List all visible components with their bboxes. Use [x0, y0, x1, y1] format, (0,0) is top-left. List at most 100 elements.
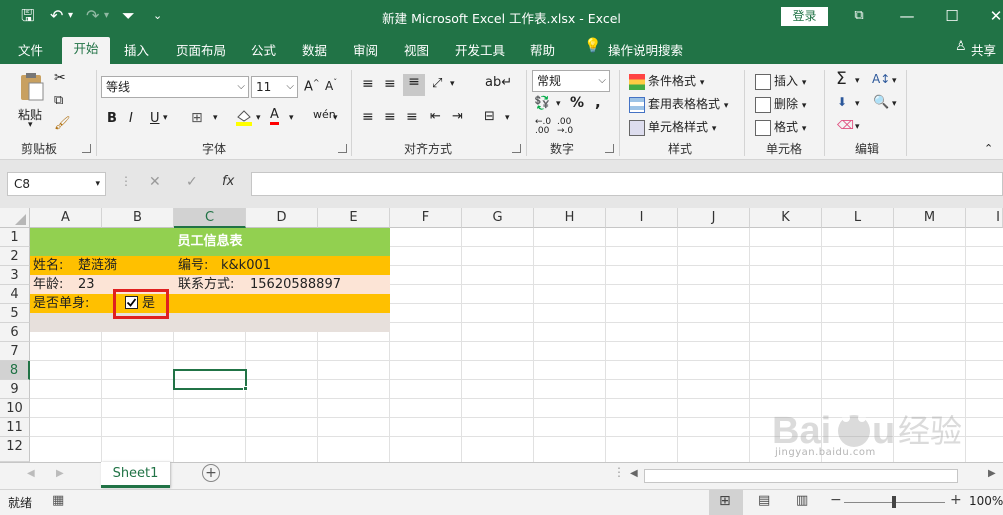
column-header-e[interactable]: E [318, 208, 390, 228]
paste-dropdown-icon[interactable]: ▾ [28, 120, 33, 130]
bottom-align-icon[interactable]: ≡ [403, 74, 425, 96]
insert-function-button[interactable]: fx [222, 174, 234, 189]
row-header-4[interactable]: 4 [0, 285, 30, 304]
tab-review[interactable]: 审阅 [353, 40, 378, 59]
merge-dropdown-icon[interactable]: ▾ [505, 113, 510, 123]
row-header-8[interactable]: 8 [0, 361, 30, 380]
column-header-d[interactable]: D [246, 208, 318, 228]
sheet-tab-sheet1[interactable]: Sheet1 [101, 462, 170, 488]
clear-icon[interactable]: ⌫ [837, 118, 854, 132]
row-header-1[interactable]: 1 [0, 228, 30, 247]
bold-button[interactable]: B [107, 111, 117, 126]
fill-down-icon[interactable]: ⬇ [837, 95, 847, 109]
underline-dropdown-icon[interactable]: ▾ [163, 113, 168, 123]
formula-input[interactable] [251, 172, 1003, 196]
close-icon[interactable]: ✕ [981, 5, 1003, 27]
format-as-table-button[interactable]: 套用表格格式 ▾ [629, 95, 728, 113]
orientation-icon[interactable]: ⤢ [432, 76, 442, 91]
row-header-6[interactable]: 6 [0, 323, 30, 342]
cut-icon[interactable]: ✂ [54, 70, 66, 86]
tab-data[interactable]: 数据 [302, 40, 327, 59]
tab-help[interactable]: 帮助 [530, 40, 555, 59]
column-header-c[interactable]: C [174, 208, 246, 228]
format-painter-icon[interactable]: 🖌 [54, 116, 71, 131]
column-header-j[interactable]: J [678, 208, 750, 228]
decrease-font-icon[interactable]: Aˇ [325, 78, 337, 93]
borders-icon[interactable]: ⊞ [191, 110, 203, 126]
autosum-icon[interactable]: Σ [836, 69, 847, 89]
align-right-icon[interactable]: ≡ [406, 109, 418, 125]
row-header-11[interactable]: 11 [0, 418, 30, 437]
wrap-text-icon[interactable]: ab↵ [485, 75, 512, 90]
maximize-icon[interactable]: ☐ [937, 5, 967, 27]
sort-filter-icon[interactable]: A↕ [872, 72, 890, 86]
comma-button[interactable]: , [595, 93, 601, 111]
number-launcher-icon[interactable] [605, 144, 614, 153]
fill-handle[interactable] [243, 386, 248, 391]
underline-button[interactable]: U [150, 111, 160, 126]
horizontal-scrollbar[interactable] [644, 469, 958, 483]
row-header-10[interactable]: 10 [0, 399, 30, 418]
increase-indent-icon[interactable]: ⇥ [452, 109, 463, 124]
zoom-in-icon[interactable]: + [950, 492, 962, 508]
zoom-level[interactable]: 100% [969, 494, 1003, 508]
font-size-select[interactable]: 11 ⌵ [251, 76, 298, 98]
tab-view[interactable]: 视图 [404, 40, 429, 59]
column-header-k[interactable]: K [750, 208, 822, 228]
collapse-ribbon-icon[interactable]: ⌃ [984, 142, 993, 155]
normal-view-button[interactable]: ⊞ [709, 490, 743, 515]
phonetic-dropdown-icon[interactable]: ▾ [333, 113, 338, 123]
find-select-icon[interactable]: 🔍 [873, 95, 889, 110]
insert-cells-button[interactable]: 插入 ▾ [755, 72, 806, 90]
single-checkbox[interactable] [125, 296, 138, 309]
copy-icon[interactable]: ⧉ [54, 93, 63, 108]
cell-styles-button[interactable]: 单元格样式 ▾ [629, 118, 716, 136]
name-box[interactable]: C8 ▾ [7, 172, 106, 196]
row-header-5[interactable]: 5 [0, 304, 30, 323]
align-left-icon[interactable]: ≡ [362, 109, 374, 125]
tab-file[interactable]: 文件 [18, 40, 43, 59]
decrease-indent-icon[interactable]: ⇤ [430, 109, 441, 124]
column-header-g[interactable]: G [462, 208, 534, 228]
tab-formulas[interactable]: 公式 [251, 40, 276, 59]
currency-dropdown-icon[interactable]: ▾ [556, 99, 561, 109]
row-header-12[interactable]: 12 [0, 437, 30, 462]
decrease-decimal-icon[interactable]: .00 →.0 [557, 118, 573, 136]
paste-icon[interactable] [16, 72, 46, 102]
column-header-a[interactable]: A [30, 208, 102, 228]
increase-decimal-icon[interactable]: ←.0.00 [535, 118, 551, 136]
delete-cells-button[interactable]: 删除 ▾ [755, 95, 806, 113]
tell-me-search[interactable]: 操作说明搜索 [608, 40, 683, 59]
top-align-icon[interactable]: ≡ [362, 76, 374, 92]
row-header-7[interactable]: 7 [0, 342, 30, 361]
minimize-icon[interactable]: — [892, 5, 922, 27]
clipboard-launcher-icon[interactable] [82, 144, 91, 153]
select-all-corner[interactable] [0, 208, 30, 228]
page-layout-view-icon[interactable]: ▤ [758, 493, 770, 508]
sort-dropdown-icon[interactable]: ▾ [892, 76, 897, 86]
clear-dropdown-icon[interactable]: ▾ [855, 122, 860, 132]
login-button[interactable]: 登录 [781, 7, 828, 26]
row-header-2[interactable]: 2 [0, 247, 30, 266]
row-header-9[interactable]: 9 [0, 380, 30, 399]
table-title[interactable]: 员工信息表 [30, 228, 390, 256]
name-box-dropdown-icon[interactable]: ▾ [95, 173, 100, 195]
add-sheet-icon[interactable]: + [202, 464, 220, 482]
currency-icon[interactable]: 💱 [534, 96, 550, 111]
orientation-dropdown-icon[interactable]: ▾ [450, 79, 455, 89]
find-dropdown-icon[interactable]: ▾ [892, 99, 897, 109]
tab-home[interactable]: 开始 [62, 37, 110, 64]
cancel-entry-icon[interactable]: ✕ [149, 174, 161, 190]
font-name-select[interactable]: 等线 ⌵ [101, 76, 249, 98]
ribbon-display-icon[interactable]: ⧉ [844, 5, 874, 27]
confirm-entry-icon[interactable]: ✓ [186, 174, 198, 190]
zoom-slider-thumb[interactable] [892, 496, 896, 508]
column-header-b[interactable]: B [102, 208, 174, 228]
number-format-select[interactable]: 常规 ⌵ [532, 70, 610, 92]
fill-color-icon[interactable] [235, 108, 252, 129]
share-button[interactable]: 共享 [971, 40, 996, 59]
tab-developer[interactable]: 开发工具 [455, 40, 505, 59]
percent-button[interactable]: % [570, 95, 584, 111]
zoom-out-icon[interactable]: − [830, 492, 842, 508]
scroll-left-icon[interactable]: ◀ [630, 468, 638, 479]
